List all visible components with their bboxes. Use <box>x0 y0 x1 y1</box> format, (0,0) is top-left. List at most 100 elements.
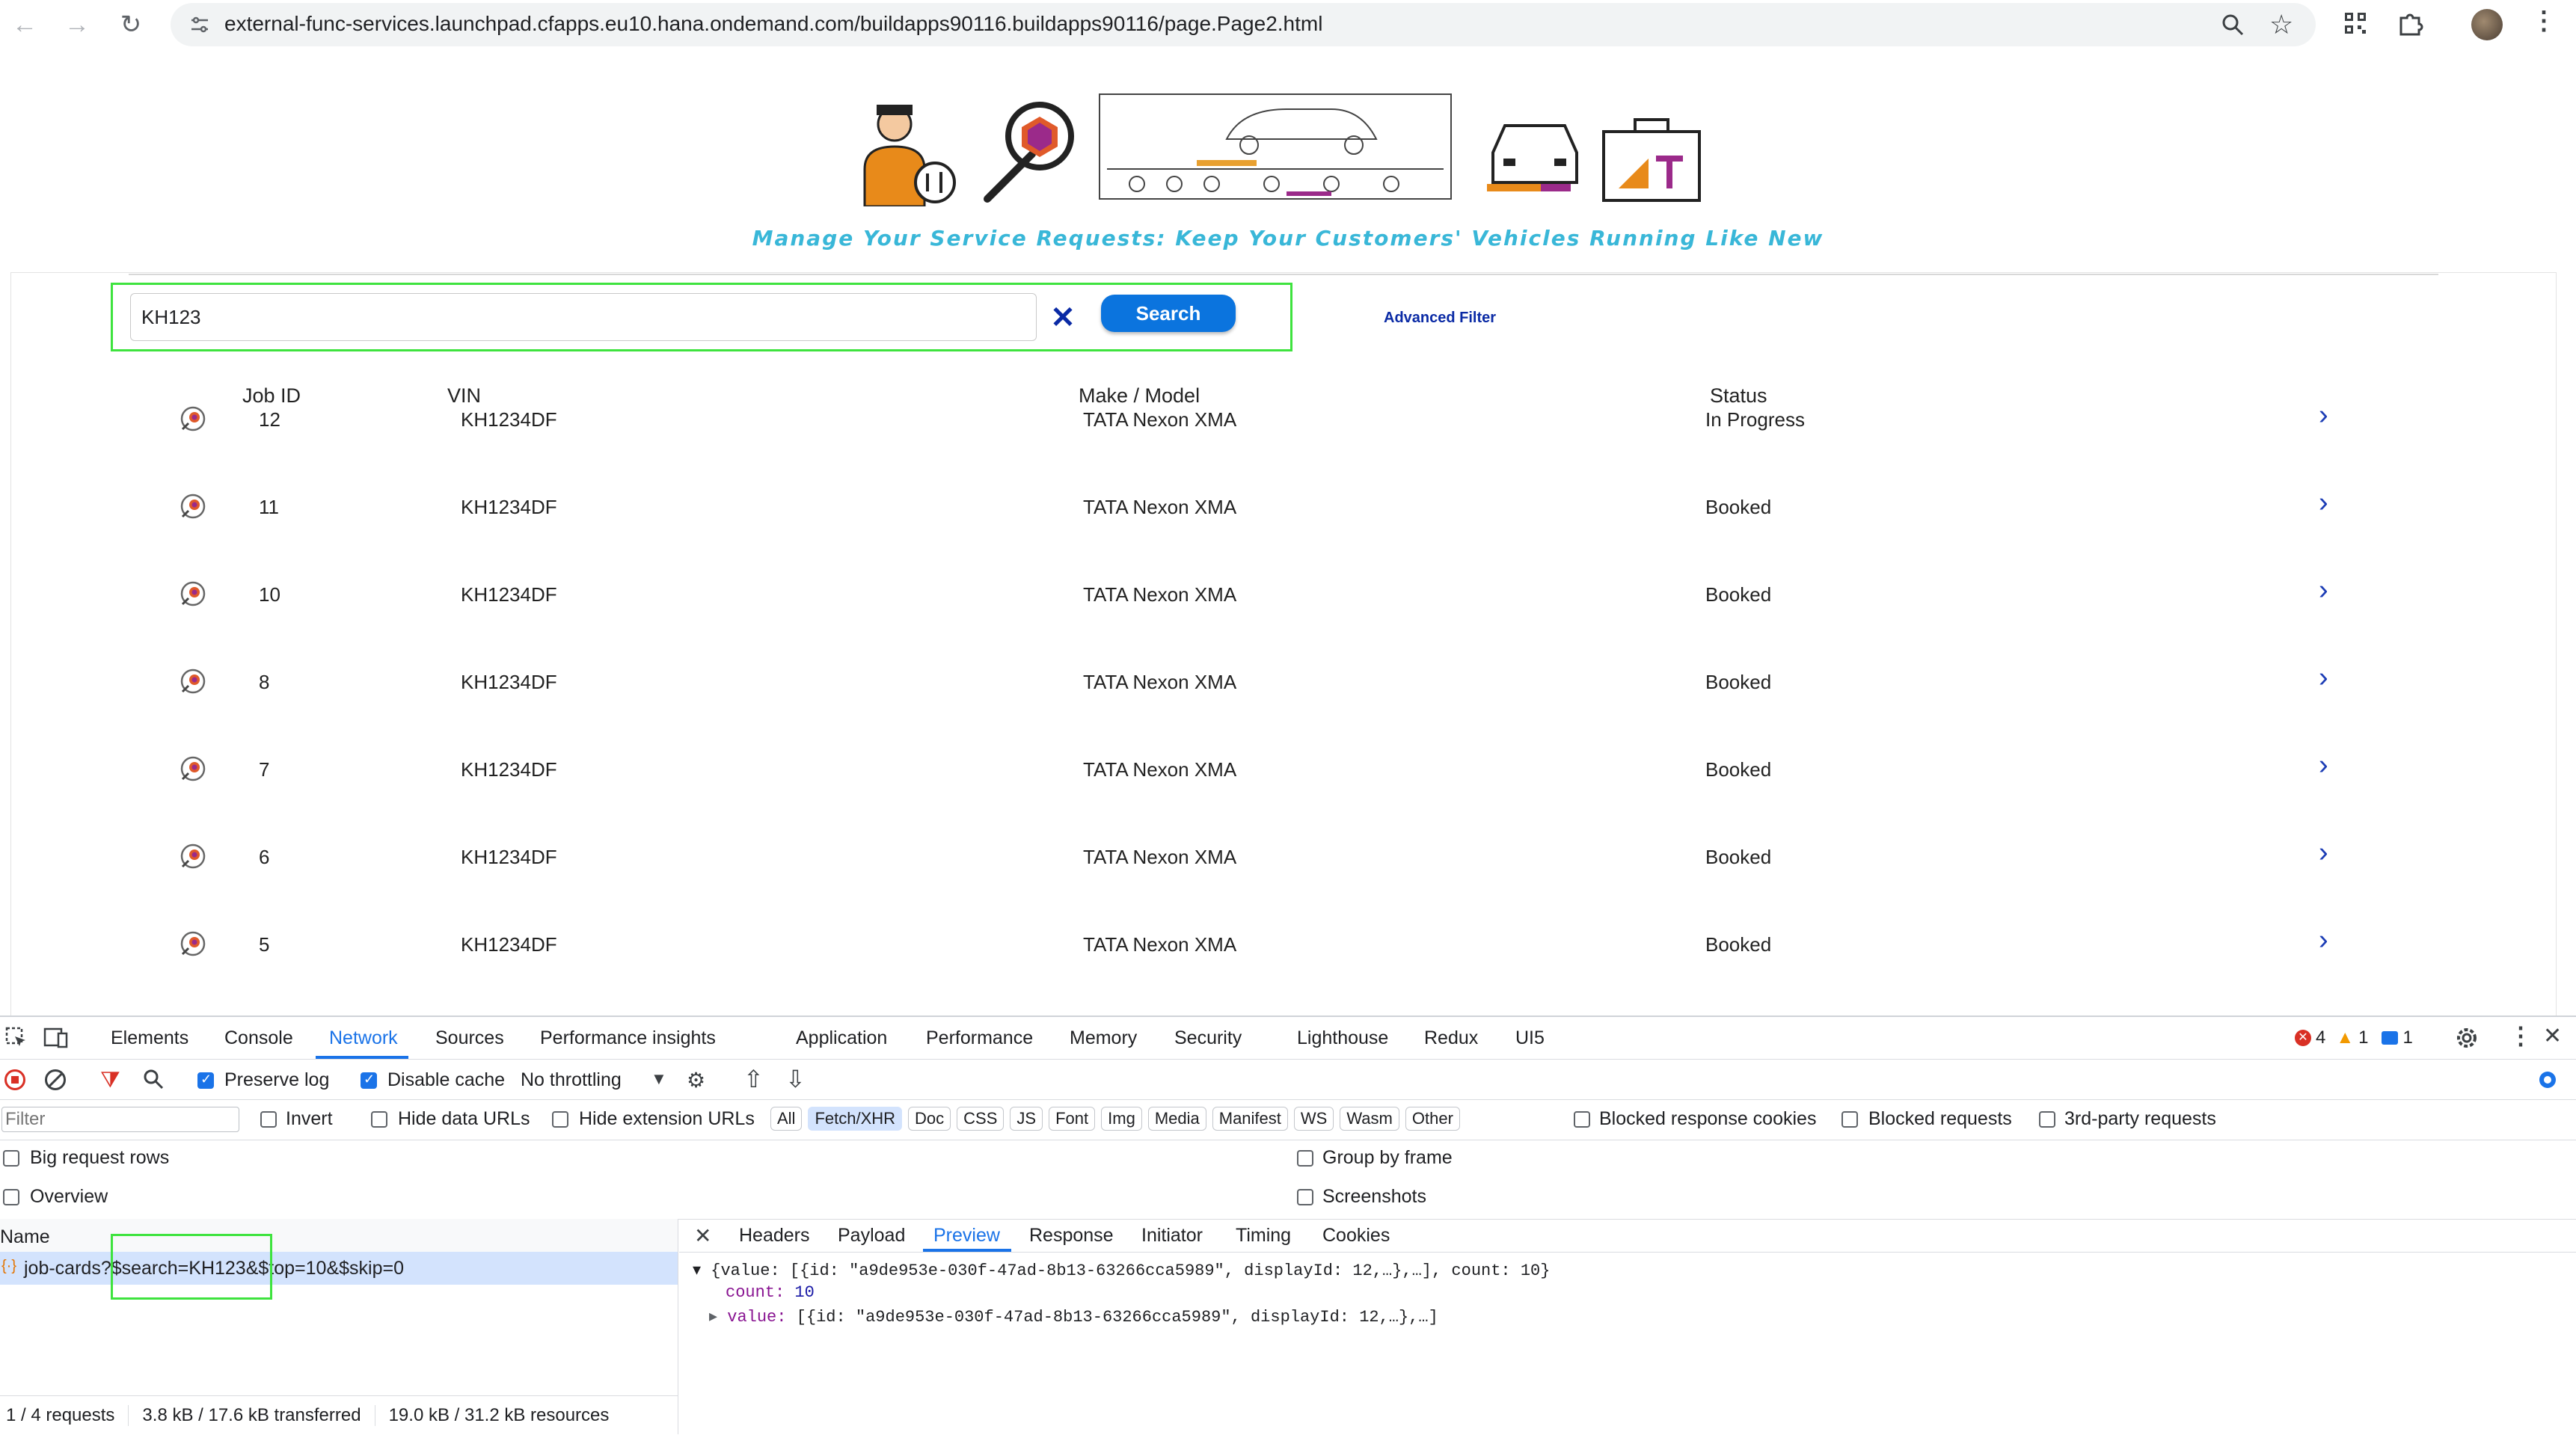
invert-checkbox[interactable] <box>260 1111 277 1128</box>
preserve-log-checkbox[interactable] <box>197 1072 214 1089</box>
type-filter-ws[interactable]: WS <box>1293 1107 1334 1131</box>
devtools-tab-application[interactable]: Application <box>796 1027 887 1049</box>
table-row[interactable]: 11 KH1234DF TATA Nexon XMA Booked › <box>0 475 2576 562</box>
table-row[interactable]: 5 KH1234DF TATA Nexon XMA Booked › <box>0 912 2576 1000</box>
devtools-tab-memory[interactable]: Memory <box>1070 1027 1137 1049</box>
detail-tab-preview[interactable]: Preview <box>933 1225 1000 1247</box>
preview-root-line[interactable]: ▾ {value: [{id: "a9de953e-030f-47ad-8b13… <box>693 1261 1550 1280</box>
screenshots-checkbox[interactable] <box>1297 1189 1313 1205</box>
devtools-tab-network[interactable]: Network <box>329 1027 398 1049</box>
devtools-tab-performance[interactable]: Performance <box>926 1027 1033 1049</box>
detail-tab-timing[interactable]: Timing <box>1236 1225 1291 1247</box>
chevron-right-icon[interactable]: › <box>2319 574 2328 606</box>
type-filter-img[interactable]: Img <box>1101 1107 1142 1131</box>
expand-caret-right-icon[interactable]: ▸ <box>709 1308 717 1327</box>
devtools-tab-console[interactable]: Console <box>224 1027 293 1049</box>
type-filter-wasm[interactable]: Wasm <box>1340 1107 1399 1131</box>
clear-search-icon[interactable]: ✕ <box>1046 301 1080 335</box>
type-filter-other[interactable]: Other <box>1405 1107 1460 1131</box>
type-filter-doc[interactable]: Doc <box>908 1107 951 1131</box>
type-filter-all[interactable]: All <box>770 1107 803 1131</box>
qr-code-icon[interactable] <box>2343 10 2368 36</box>
request-row[interactable]: {·} job-cards?$search=KH123&$top=10&$ski… <box>0 1252 678 1285</box>
devtools-tab-elements[interactable]: Elements <box>111 1027 188 1049</box>
back-icon[interactable]: ← <box>7 7 42 42</box>
disable-cache-checkbox[interactable] <box>361 1072 377 1089</box>
name-column-header[interactable]: Name <box>0 1226 50 1248</box>
table-row[interactable]: 7 KH1234DF TATA Nexon XMA Booked › <box>0 737 2576 825</box>
network-settings-gear-icon[interactable] <box>2536 1068 2560 1092</box>
xhr-icon: {·} <box>1 1258 17 1274</box>
blocked-requests-checkbox[interactable] <box>1841 1111 1858 1128</box>
import-har-icon[interactable]: ⇧ <box>743 1065 764 1093</box>
table-row[interactable]: 10 KH1234DF TATA Nexon XMA Booked › <box>0 562 2576 650</box>
group-by-frame-checkbox[interactable] <box>1297 1150 1313 1167</box>
devtools-menu-icon[interactable]: ⋮ <box>2509 1021 2533 1050</box>
active-detail-tab-indicator <box>923 1249 1011 1252</box>
status-cell: Booked <box>1705 671 1772 693</box>
devtools-tab-redux[interactable]: Redux <box>1424 1027 1478 1049</box>
detail-tab-headers[interactable]: Headers <box>739 1225 810 1247</box>
table-row[interactable]: 6 KH1234DF TATA Nexon XMA Booked › <box>0 825 2576 912</box>
third-party-checkbox[interactable] <box>2039 1111 2055 1128</box>
filter-funnel-icon[interactable]: ⧩ <box>100 1068 120 1093</box>
blocked-cookies-label: Blocked response cookies <box>1599 1108 1817 1129</box>
chevron-right-icon[interactable]: › <box>2319 924 2328 956</box>
inspect-element-icon[interactable] <box>4 1026 28 1050</box>
search-button[interactable]: Search <box>1101 295 1236 332</box>
type-filter-js[interactable]: JS <box>1010 1107 1043 1131</box>
address-bar[interactable]: external-func-services.launchpad.cfapps.… <box>171 3 2316 46</box>
table-row[interactable]: 12 KH1234DF TATA Nexon XMA In Progress › <box>0 387 2576 475</box>
devtools-tab-performance-insights[interactable]: Performance insights <box>540 1027 716 1049</box>
reload-icon[interactable]: ↻ <box>114 7 148 42</box>
blocked-cookies-checkbox[interactable] <box>1574 1111 1590 1128</box>
detail-tab-payload[interactable]: Payload <box>838 1225 905 1247</box>
site-info-icon[interactable] <box>188 13 211 36</box>
big-rows-checkbox[interactable] <box>3 1150 19 1167</box>
chevron-right-icon[interactable]: › <box>2319 837 2328 869</box>
hide-extension-urls-checkbox[interactable] <box>552 1111 568 1128</box>
device-toolbar-icon[interactable] <box>43 1026 69 1050</box>
table-row[interactable]: 8 KH1234DF TATA Nexon XMA Booked › <box>0 650 2576 737</box>
clear-log-icon[interactable] <box>45 1069 66 1090</box>
search-network-icon[interactable] <box>142 1068 165 1090</box>
chevron-down-icon[interactable]: ▼ <box>651 1069 667 1089</box>
chevron-right-icon[interactable]: › <box>2319 662 2328 694</box>
overview-checkbox[interactable] <box>3 1189 19 1205</box>
search-input[interactable]: KH123 <box>130 293 1037 341</box>
bookmark-star-icon[interactable]: ☆ <box>2269 9 2293 40</box>
detail-tab-initiator[interactable]: Initiator <box>1141 1225 1203 1247</box>
forward-icon[interactable]: → <box>60 7 94 42</box>
type-filter-fetch-xhr[interactable]: Fetch/XHR <box>808 1107 903 1131</box>
export-har-icon[interactable]: ⇩ <box>785 1065 806 1093</box>
throttling-select[interactable]: No throttling <box>521 1069 622 1091</box>
detail-tab-cookies[interactable]: Cookies <box>1322 1225 1390 1247</box>
type-filter-css[interactable]: CSS <box>957 1107 1005 1131</box>
hide-data-urls-checkbox[interactable] <box>371 1111 387 1128</box>
devtools-tab-ui5[interactable]: UI5 <box>1515 1027 1545 1049</box>
chevron-right-icon[interactable]: › <box>2319 399 2328 431</box>
record-stop-icon[interactable] <box>4 1069 25 1090</box>
close-devtools-icon[interactable]: ✕ <box>2543 1023 2567 1048</box>
browser-menu-icon[interactable]: ⋮ <box>2531 6 2557 36</box>
chevron-right-icon[interactable]: › <box>2319 749 2328 781</box>
type-filter-media[interactable]: Media <box>1147 1107 1206 1131</box>
extensions-icon[interactable] <box>2396 9 2425 37</box>
type-filter-manifest[interactable]: Manifest <box>1212 1107 1288 1131</box>
filter-input[interactable] <box>1 1107 239 1132</box>
zoom-icon[interactable] <box>2220 12 2245 37</box>
type-filter-font[interactable]: Font <box>1049 1107 1096 1131</box>
preview-value-line[interactable]: ▸ value: [{id: "a9de953e-030f-47ad-8b13-… <box>709 1307 1438 1327</box>
settings-gear-icon[interactable] <box>2453 1024 2480 1051</box>
advanced-filter-link[interactable]: Advanced Filter <box>1384 310 1496 327</box>
expand-caret-down-icon[interactable]: ▾ <box>693 1262 701 1280</box>
issue-counters[interactable]: ✕ 4 ▲ 1 1 <box>2295 1027 2413 1048</box>
network-conditions-icon[interactable]: ⚙ <box>687 1068 705 1093</box>
detail-tab-response[interactable]: Response <box>1029 1225 1114 1247</box>
devtools-tab-sources[interactable]: Sources <box>435 1027 504 1049</box>
profile-avatar[interactable] <box>2471 9 2503 40</box>
devtools-tab-lighthouse[interactable]: Lighthouse <box>1297 1027 1388 1049</box>
devtools-tab-security[interactable]: Security <box>1174 1027 1242 1049</box>
close-detail-icon[interactable]: ✕ <box>694 1223 711 1248</box>
chevron-right-icon[interactable]: › <box>2319 487 2328 519</box>
